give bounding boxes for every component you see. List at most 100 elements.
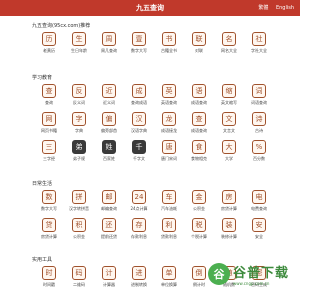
tool-tile[interactable]: 大大学: [214, 140, 244, 164]
tool-label[interactable]: 房贷计算: [41, 234, 57, 240]
tool-tile[interactable]: 语成语查询: [184, 84, 214, 108]
tool-label[interactable]: 公积金: [73, 234, 85, 240]
tool-tile[interactable]: % 百分数: [244, 140, 274, 164]
tool-tile[interactable]: 唐唐门宋词: [154, 140, 184, 164]
tool-icon[interactable]: 成: [132, 84, 146, 98]
tool-icon[interactable]: 三: [42, 140, 56, 154]
tool-tile[interactable]: 进进制转换: [124, 266, 154, 290]
tool-tile[interactable]: 安安全: [244, 218, 274, 242]
tool-icon[interactable]: 千: [132, 140, 146, 154]
tool-label[interactable]: 近义词: [103, 100, 115, 106]
tool-label[interactable]: 古籍全书: [161, 48, 177, 54]
tool-icon[interactable]: 诗: [252, 112, 266, 126]
tool-icon[interactable]: 码: [72, 266, 86, 280]
tool-icon[interactable]: 联: [192, 32, 206, 46]
tool-label[interactable]: 提前还贷: [101, 234, 117, 240]
tool-tile[interactable]: 食食物相克: [184, 140, 214, 164]
tool-label[interactable]: 大学: [225, 156, 233, 162]
tool-tile[interactable]: 单单位换算: [154, 266, 184, 290]
tool-tile[interactable]: 房房贷计算: [214, 190, 244, 214]
tool-tile[interactable]: 历老黄历: [34, 32, 64, 56]
tool-label[interactable]: 成语查询: [191, 128, 207, 134]
tool-tile[interactable]: 计计算器: [94, 266, 124, 290]
tool-label[interactable]: 唐门宋词: [161, 156, 177, 162]
tool-icon[interactable]: 名: [222, 32, 236, 46]
tool-label[interactable]: 贷款利息: [161, 234, 177, 240]
tool-tile[interactable]: 社字社大全: [244, 32, 274, 56]
tool-icon[interactable]: 近: [102, 84, 116, 98]
tool-label[interactable]: 百分数: [253, 156, 265, 162]
tool-tile[interactable]: 24 24点计算: [124, 190, 154, 214]
tool-label[interactable]: 时间戳: [43, 282, 55, 288]
tool-icon[interactable]: 查: [42, 84, 56, 98]
tool-tile[interactable]: 缩英文缩写: [214, 84, 244, 108]
tool-tile[interactable]: 码二维码: [64, 266, 94, 290]
tool-icon[interactable]: 积: [72, 218, 86, 232]
tool-icon[interactable]: 网: [42, 112, 56, 126]
tool-label[interactable]: 三字经: [43, 156, 55, 162]
tool-label[interactable]: 成语查询: [191, 100, 207, 106]
tool-icon[interactable]: 食: [192, 140, 206, 154]
tool-icon[interactable]: 计: [102, 266, 116, 280]
tool-icon[interactable]: %: [252, 140, 266, 154]
tool-tile[interactable]: 汉汉语字典: [124, 112, 154, 136]
tool-icon[interactable]: 利: [162, 218, 176, 232]
tool-icon[interactable]: 安: [252, 218, 266, 232]
tool-icon[interactable]: 弟: [72, 140, 86, 154]
tool-label[interactable]: 存款利息: [131, 234, 147, 240]
tool-label[interactable]: 数字大写: [41, 206, 57, 212]
tool-label[interactable]: 安全: [255, 234, 263, 240]
tool-icon[interactable]: 汉: [132, 112, 146, 126]
tool-tile[interactable]: 网网页书籍: [34, 112, 64, 136]
tool-tile[interactable]: 千千字文: [124, 140, 154, 164]
tool-icon[interactable]: 贷: [42, 218, 56, 232]
tool-tile[interactable]: 查查询: [34, 84, 64, 108]
tool-label[interactable]: 英文缩写: [221, 100, 237, 106]
tool-icon[interactable]: 大: [222, 140, 236, 154]
tool-icon[interactable]: 唐: [162, 140, 176, 154]
tool-icon[interactable]: 倒: [192, 266, 206, 280]
tool-icon[interactable]: 字: [72, 112, 86, 126]
tool-tile[interactable]: 弟弟子规: [64, 140, 94, 164]
tool-label[interactable]: 汽车油耗: [161, 206, 177, 212]
tool-label[interactable]: 对联: [195, 48, 203, 54]
tool-tile[interactable]: 词词语查询: [244, 84, 274, 108]
tool-icon[interactable]: 缩: [222, 84, 236, 98]
tool-tile[interactable]: 还提前还贷: [94, 218, 124, 242]
tool-label[interactable]: 装修计算: [221, 234, 237, 240]
tool-tile[interactable]: 积公积金: [64, 218, 94, 242]
tool-tile[interactable]: 利贷款利息: [154, 218, 184, 242]
tool-label[interactable]: 查询: [45, 100, 53, 106]
tool-label[interactable]: 老黄历: [43, 48, 55, 54]
tool-tile[interactable]: 邮邮编查询: [94, 190, 124, 214]
tool-icon[interactable]: 24: [132, 190, 146, 204]
tool-icon[interactable]: 单: [162, 266, 176, 280]
tool-label[interactable]: 千字文: [133, 156, 145, 162]
tool-label[interactable]: 24点计算: [130, 206, 147, 212]
tool-icon[interactable]: 装: [222, 218, 236, 232]
tool-label[interactable]: 周几查询: [101, 48, 117, 54]
tool-tile[interactable]: 存存款利息: [124, 218, 154, 242]
tool-label[interactable]: 食物相克: [191, 156, 207, 162]
tool-tile[interactable]: 查成语查询: [184, 112, 214, 136]
tool-tile[interactable]: 英英语查询: [154, 84, 184, 108]
tool-icon[interactable]: 壹: [132, 32, 146, 46]
tool-tile[interactable]: 壹数字大写: [124, 32, 154, 56]
tool-tile[interactable]: 反反义词: [64, 84, 94, 108]
tool-label[interactable]: 房贷计算: [221, 206, 237, 212]
tool-icon[interactable]: 语: [192, 84, 206, 98]
tool-tile[interactable]: 书古籍全书: [154, 32, 184, 56]
tool-tile[interactable]: 诗古诗: [244, 112, 274, 136]
tool-tile[interactable]: 联对联: [184, 32, 214, 56]
tool-label[interactable]: 反义词: [73, 100, 85, 106]
tool-icon[interactable]: 周: [102, 32, 116, 46]
tool-label[interactable]: 二维码: [73, 282, 85, 288]
tool-label[interactable]: 公积金: [193, 206, 205, 212]
english-link[interactable]: English: [276, 5, 294, 11]
tool-icon[interactable]: 存: [132, 218, 146, 232]
tool-icon[interactable]: 历: [42, 32, 56, 46]
tool-label[interactable]: 汉语字典: [131, 128, 147, 134]
tool-icon[interactable]: 龙: [162, 112, 176, 126]
tool-label[interactable]: 计算器: [103, 282, 115, 288]
tool-label[interactable]: 字社大全: [251, 48, 267, 54]
